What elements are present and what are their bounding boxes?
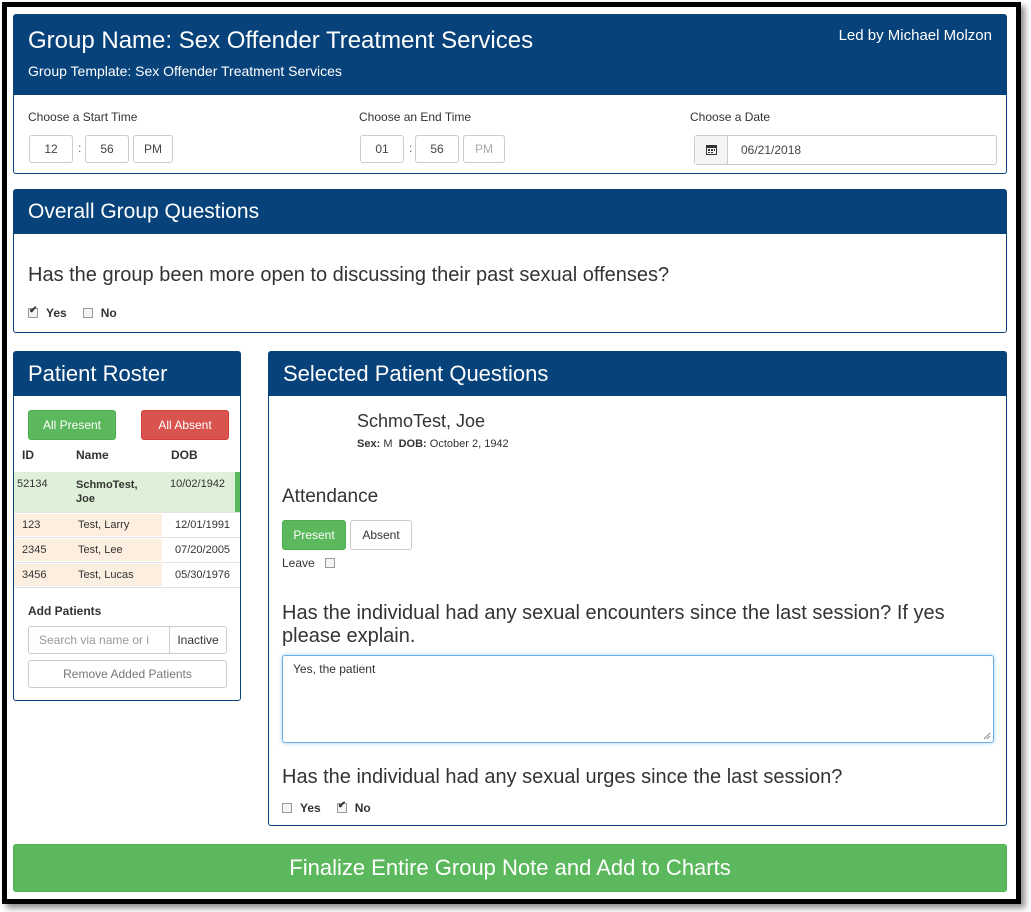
dob-label: DOB: xyxy=(398,438,427,450)
roster-row[interactable]: 3456 Test, Lucas 05/30/1976 xyxy=(14,564,240,586)
roster-row[interactable]: 52134 SchmoTest, Joe 10/02/1942 xyxy=(14,472,240,512)
roster-row-name: Test, Lee xyxy=(78,544,123,556)
urges-yes-checkbox[interactable] xyxy=(282,803,292,813)
selected-patient-panel: Selected Patient Questions SchmoTest, Jo… xyxy=(268,351,1007,826)
roster-row-name: Test, Lucas xyxy=(78,569,134,581)
patient-name: SchmoTest, Joe xyxy=(357,411,486,431)
urges-yes-label: Yes xyxy=(300,801,321,815)
start-time-label: Choose a Start Time xyxy=(28,110,138,124)
group-info-header: Group Name: Sex Offender Treatment Servi… xyxy=(14,15,1006,95)
start-time-separator: : xyxy=(78,141,82,155)
roster-row[interactable]: 2345 Test, Lee 07/20/2005 xyxy=(14,539,240,561)
overall-questions-panel: Overall Group Questions Has the group be… xyxy=(13,189,1007,333)
start-hour-input[interactable]: 12 xyxy=(29,135,73,163)
overall-yes-label: Yes xyxy=(46,306,67,320)
leave-row: Leave xyxy=(282,556,335,570)
question-urges-text: Has the individual had any sexual urges … xyxy=(282,766,843,788)
resize-grip-icon[interactable] xyxy=(983,732,991,740)
end-time-separator: : xyxy=(409,141,413,155)
date-picker[interactable]: 06/21/2018 xyxy=(694,135,997,165)
app-frame: Group Name: Sex Offender Treatment Servi… xyxy=(2,2,1021,904)
urges-answer-row: Yes No xyxy=(282,800,371,815)
roster-row-id: 52134 xyxy=(17,478,48,490)
end-time-group: Choose an End Time xyxy=(359,110,471,130)
question-encounters-text: Has the individual had any sexual encoun… xyxy=(282,602,945,647)
date-value[interactable]: 06/21/2018 xyxy=(741,143,801,157)
overall-no-label: No xyxy=(100,306,117,320)
roster-col-dob: DOB xyxy=(171,448,198,462)
group-template-label: Group Template: Sex Offender Treatment S… xyxy=(28,63,342,79)
present-button[interactable]: Present xyxy=(282,520,346,550)
patient-search-input[interactable]: Search via name or i xyxy=(28,626,170,654)
overall-question-text: Has the group been more open to discussi… xyxy=(28,264,670,286)
absent-button[interactable]: Absent xyxy=(350,520,412,550)
roster-row-name: SchmoTest, Joe xyxy=(76,479,138,505)
roster-row-id: 2345 xyxy=(22,544,47,556)
roster-row-id: 3456 xyxy=(22,569,47,581)
add-patients-label: Add Patients xyxy=(28,604,102,618)
led-by-label: Led by Michael Molzon xyxy=(838,27,992,44)
overall-yes-checkbox[interactable] xyxy=(28,305,38,318)
patient-roster-panel: Patient Roster All Present All Absent ID… xyxy=(13,351,241,701)
roster-row-dob: 05/30/1976 xyxy=(175,569,231,581)
inactive-button[interactable]: Inactive xyxy=(169,626,227,654)
urges-no-label: No xyxy=(354,801,371,815)
leave-label: Leave xyxy=(282,556,315,570)
overall-questions-title: Overall Group Questions xyxy=(14,190,1006,234)
dob-value: October 2, 1942 xyxy=(429,438,509,450)
start-time-group: Choose a Start Time xyxy=(28,110,137,130)
sex-value: M xyxy=(383,438,393,450)
group-info-panel: Group Name: Sex Offender Treatment Servi… xyxy=(13,14,1007,174)
sex-label: Sex: xyxy=(357,438,381,450)
attendance-heading: Attendance xyxy=(282,486,379,507)
calendar-icon[interactable] xyxy=(695,136,728,164)
roster-col-id: ID xyxy=(22,448,34,462)
end-ampm-toggle[interactable]: PM xyxy=(463,135,505,163)
overall-answer-row: Yes No xyxy=(28,305,117,320)
patient-demographics: Sex: M DOB: October 2, 1942 xyxy=(357,438,509,450)
roster-col-name: Name xyxy=(76,448,109,462)
end-time-label: Choose an End Time xyxy=(359,110,472,124)
date-label: Choose a Date xyxy=(690,110,771,124)
overall-no-checkbox[interactable] xyxy=(82,308,93,318)
roster-row-dob: 10/02/1942 xyxy=(170,478,226,490)
end-minute-input[interactable]: 56 xyxy=(415,135,459,163)
roster-row[interactable]: 123 Test, Larry 12/01/1991 xyxy=(14,514,240,536)
encounters-answer-textarea[interactable]: Yes, the patient xyxy=(282,655,994,743)
roster-row-name: Test, Larry xyxy=(78,519,130,531)
group-name-title: Group Name: Sex Offender Treatment Servi… xyxy=(28,27,534,54)
all-present-button[interactable]: All Present xyxy=(28,410,116,440)
encounters-answer-text: Yes, the patient xyxy=(293,662,376,676)
finalize-group-note-button[interactable]: Finalize Entire Group Note and Add to Ch… xyxy=(13,844,1007,892)
roster-row-id: 123 xyxy=(22,519,41,531)
urges-no-checkbox[interactable] xyxy=(336,800,347,813)
patient-roster-title: Patient Roster xyxy=(14,352,240,396)
all-absent-button[interactable]: All Absent xyxy=(141,410,229,440)
date-group: Choose a Date xyxy=(690,110,770,130)
selected-patient-title: Selected Patient Questions xyxy=(269,352,1006,396)
start-minute-input[interactable]: 56 xyxy=(85,135,129,163)
remove-added-patients-button[interactable]: Remove Added Patients xyxy=(28,660,227,688)
start-ampm-toggle[interactable]: PM xyxy=(133,135,173,163)
end-hour-input[interactable]: 01 xyxy=(360,135,404,163)
roster-row-dob: 07/20/2005 xyxy=(175,544,231,556)
leave-checkbox[interactable] xyxy=(324,558,335,568)
roster-row-dob: 12/01/1991 xyxy=(175,519,231,531)
